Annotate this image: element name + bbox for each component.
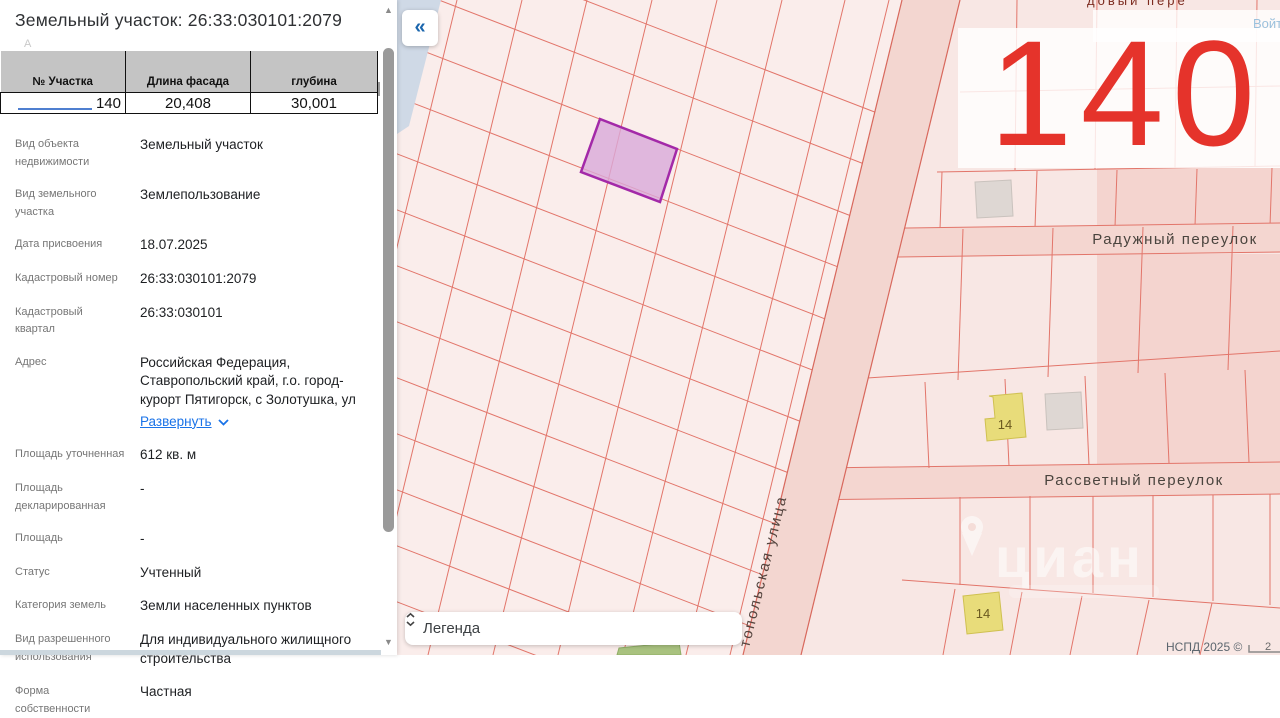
map-canvas[interactable]: топольская улица Радужный переулок Рассв…: [397, 0, 1280, 655]
big-parcel-number: 140: [989, 9, 1264, 177]
field-area: Площадь -: [15, 531, 145, 547]
chevron-down-icon: [217, 418, 229, 426]
scale-label-fragment: 2: [1265, 641, 1271, 653]
field-status: Статус Учтенный: [15, 564, 202, 580]
gray-building-mid: [1044, 391, 1084, 431]
scroll-down-arrow[interactable]: ▼: [381, 637, 396, 647]
ghost-letter: А: [24, 38, 32, 50]
col-header-parcel-number: № Участка: [0, 51, 126, 93]
nspd-copyright: НСПД 2025 ©: [1166, 640, 1242, 654]
scrollbar-thumb[interactable]: [383, 48, 394, 532]
field-cadastral-quarter: Кадастровый квартал 26:33:030101: [15, 304, 223, 336]
cian-watermark-text: циан: [995, 526, 1145, 589]
page-title: Земельный участок: 26:33:030101:2079: [15, 10, 343, 30]
pink-quarter-block-mid: [1097, 254, 1280, 466]
legend-label: Легенда: [423, 620, 481, 637]
expand-address-link[interactable]: Развернуть: [140, 413, 229, 432]
building-label-14-b: 14: [976, 606, 990, 621]
pink-quarter-block-top: [1097, 168, 1280, 228]
street-label-raduzhny: Радужный переулок: [1092, 231, 1257, 248]
field-area-refined: Площадь уточненная 612 кв. м: [15, 447, 197, 463]
field-ownership-form: Форма собственности Частная: [15, 684, 192, 715]
parcel-info-panel: Земельный участок: 26:33:030101:2079 А №…: [0, 0, 397, 715]
login-link[interactable]: Войти: [1253, 16, 1280, 31]
field-assign-date: Дата присвоения 18.07.2025: [15, 237, 208, 253]
cell-facade-length: 20,408: [125, 92, 251, 114]
field-parcel-kind: Вид земельного участка Землепользование: [15, 187, 261, 218]
table-row: 140 20,408 30,001: [0, 92, 378, 114]
building-label-14-a: 14: [998, 417, 1012, 432]
scroll-up-arrow[interactable]: ▲: [381, 5, 396, 15]
table-header-row: № Участка Длина фасада глубина: [0, 51, 378, 93]
gray-building-top: [974, 179, 1014, 219]
field-cadastral-number: Кадастровый номер 26:33:030101:2079: [15, 271, 257, 286]
panel-scrollbar[interactable]: ▲ ▼: [381, 0, 396, 655]
street-label-top-partial: довый пере: [1087, 0, 1188, 8]
cell-parcel-number: 140: [0, 92, 126, 114]
col-header-facade-length: Длина фасада: [125, 51, 251, 93]
col-header-depth: глубина: [250, 51, 378, 93]
attributes-list: Вид объекта недвижимости Земельный участ…: [0, 136, 397, 718]
cell-selection-underline: [18, 108, 92, 110]
field-address: Адрес Российская Федерация, Ставропольск…: [0, 354, 397, 432]
cell-depth: 30,001: [250, 92, 378, 114]
street-label-rassvetny: Рассветный переулок: [1044, 472, 1223, 489]
field-land-category: Категория земель Земли населенных пункто…: [15, 598, 312, 614]
panel-bottom-edge: [0, 650, 381, 655]
field-area-declared: Площадь декларированная -: [15, 480, 145, 512]
collapse-panel-button[interactable]: «: [402, 10, 438, 46]
address-value: Российская Федерация, Ставропольский кра…: [140, 354, 356, 408]
legend-bar[interactable]: Легенда: [405, 612, 742, 645]
parcel-dimensions-table: № Участка Длина фасада глубина 140 20,40…: [0, 51, 378, 114]
field-object-kind: Вид объекта недвижимости Земельный участ…: [15, 137, 263, 168]
